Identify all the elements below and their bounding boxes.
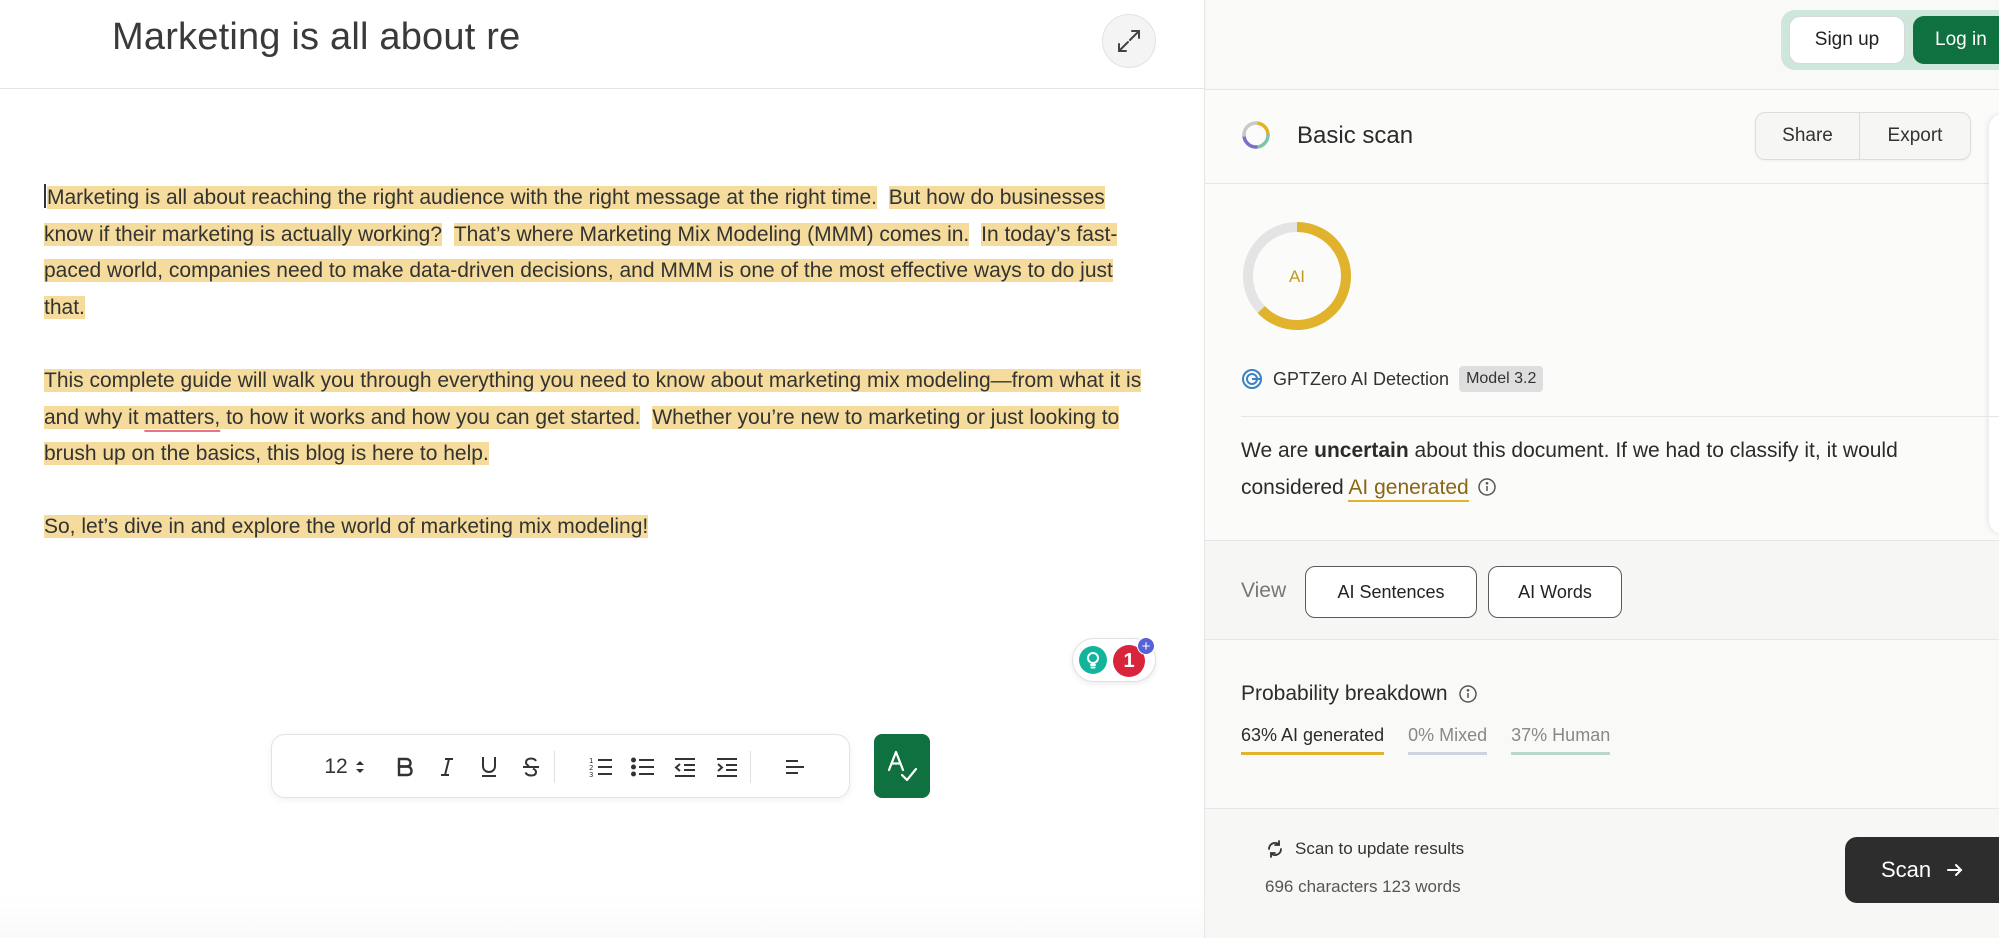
font-size-stepper-icon: [355, 761, 364, 773]
auth-buttons: Sign up Log in: [1781, 10, 1999, 70]
sentence-gap: [442, 223, 454, 246]
document-paragraph[interactable]: Marketing is all about reaching the righ…: [44, 180, 1154, 326]
scan-footer: Scan to update results 696 characters 12…: [1205, 808, 1999, 938]
prob-ai-generated[interactable]: 63% AI generated: [1241, 725, 1385, 755]
outdent-button[interactable]: [668, 749, 702, 785]
refresh-icon: [1268, 840, 1282, 858]
bullet-list-icon: [631, 757, 654, 777]
share-export-group: Share Export: [1755, 112, 1971, 160]
numbered-list-icon: 123: [589, 757, 612, 778]
misspelled-word[interactable]: matters,: [144, 405, 221, 429]
formatting-toolbar: 12 123: [271, 734, 850, 798]
highlighted-sentence[interactable]: to how it works and how you can get star…: [220, 405, 641, 429]
editor-pane: Marketing is all about re Marketing is a…: [0, 0, 1204, 938]
spellcheck-button[interactable]: [874, 734, 930, 798]
text-caret: [44, 184, 46, 208]
expand-button[interactable]: [1102, 14, 1156, 68]
info-icon[interactable]: [1477, 477, 1497, 497]
sentence-gap: [640, 406, 652, 429]
prob-mixed[interactable]: 0% Mixed: [1408, 725, 1488, 755]
bold-icon: [397, 757, 413, 777]
strikethrough-icon: [523, 757, 539, 777]
verdict-uncertain: uncertain: [1314, 439, 1409, 462]
editor-header: Marketing is all about re: [0, 0, 1204, 89]
document-title[interactable]: Marketing is all about re: [112, 16, 520, 59]
highlighted-sentence[interactable]: So, let’s dive in and explore the world …: [44, 515, 649, 539]
view-toggle-row: View AI Sentences AI Words: [1205, 540, 1999, 640]
toolbar-separator: [750, 751, 751, 783]
ai-sentences-button[interactable]: AI Sentences: [1305, 566, 1477, 618]
italic-icon: [441, 758, 453, 776]
verdict-pre: We are: [1241, 439, 1315, 462]
font-size-value: 12: [324, 755, 348, 778]
scan-title: Basic scan: [1297, 122, 1414, 149]
detector-label: GPTZero AI Detection: [1273, 368, 1450, 389]
character-word-count: 696 characters 123 words: [1265, 877, 1461, 896]
arrow-right-icon: [1947, 864, 1963, 876]
italic-button[interactable]: [430, 749, 464, 785]
align-left-icon: [786, 760, 804, 774]
highlighted-sentence[interactable]: That’s where Marketing Mix Modeling (MMM…: [453, 222, 970, 246]
strikethrough-button[interactable]: [514, 749, 548, 785]
indent-icon: [717, 758, 737, 777]
ai-words-button[interactable]: AI Words: [1488, 566, 1622, 618]
probability-breakdown-title: Probability breakdown: [1241, 682, 1478, 706]
scan-button-label: Scan: [1881, 857, 1932, 882]
sentence-gap: [969, 223, 981, 246]
document-body[interactable]: Marketing is all about reaching the righ…: [44, 180, 1154, 583]
scan-loading-icon: [1242, 121, 1270, 149]
lightbulb-icon: [1079, 646, 1107, 674]
detector-divider: [1241, 416, 1999, 417]
svg-text:3: 3: [589, 771, 593, 778]
verdict-line2: considered: [1241, 476, 1349, 499]
verdict-mid: about this document. If we had to classi…: [1408, 439, 1898, 462]
ai-probability-donut: AI: [1243, 222, 1351, 330]
align-left-button[interactable]: [778, 749, 812, 785]
outdent-icon: [674, 758, 695, 777]
donut-label: AI: [1289, 267, 1305, 286]
info-icon[interactable]: [1458, 684, 1478, 704]
share-button[interactable]: Share: [1756, 113, 1860, 159]
underline-button[interactable]: [472, 749, 506, 785]
detector-row: GPTZero AI Detection Model 3.2: [1241, 366, 1544, 392]
document-paragraph[interactable]: So, let’s dive in and explore the world …: [44, 509, 1154, 546]
scan-update-text: Scan to update results: [1295, 839, 1465, 858]
gptzero-logo-icon: [1242, 369, 1262, 389]
sign-up-button[interactable]: Sign up: [1789, 16, 1905, 64]
log-in-button[interactable]: Log in: [1913, 16, 1999, 64]
plus-icon: +: [1137, 637, 1155, 655]
probability-title-text: Probability breakdown: [1241, 682, 1448, 705]
spellcheck-icon: [887, 750, 918, 782]
editor-bottom-fade: [0, 895, 1204, 938]
bold-button[interactable]: [388, 749, 422, 785]
font-size-stepper[interactable]: 12: [320, 749, 370, 785]
export-button[interactable]: Export: [1860, 113, 1970, 159]
verdict-text: We are uncertain about this document. If…: [1241, 432, 1999, 506]
scan-header: Basic scan Share Export: [1205, 90, 1999, 184]
scan-button[interactable]: Scan: [1845, 837, 1999, 903]
document-paragraph[interactable]: This complete guide will walk you throug…: [44, 363, 1154, 473]
indent-button[interactable]: [710, 749, 744, 785]
view-label: View: [1241, 579, 1287, 602]
toolbar-separator: [554, 751, 555, 783]
bullet-list-button[interactable]: [626, 749, 660, 785]
ai-generated-link[interactable]: AI generated: [1348, 476, 1469, 502]
scan-update-notice: Scan to update results: [1265, 839, 1464, 859]
sentence-gap: [877, 186, 889, 209]
underline-icon: [482, 757, 496, 777]
model-badge: Model 3.2: [1459, 366, 1544, 392]
expand-icon: [1118, 30, 1140, 52]
probability-tabs: 63% AI generated 0% Mixed 37% Human: [1241, 725, 1634, 755]
scan-result-card: Basic scan Share Export AI GPTZero AI De…: [1205, 90, 1999, 540]
highlighted-sentence[interactable]: Marketing is all about reaching the righ…: [47, 186, 877, 209]
numbered-list-button[interactable]: 123: [584, 749, 618, 785]
scan-panel: Sign up Log in Basic scan Share Export A…: [1204, 0, 1999, 938]
prob-human[interactable]: 37% Human: [1511, 725, 1611, 755]
grammar-badge[interactable]: 1 +: [1072, 637, 1156, 682]
